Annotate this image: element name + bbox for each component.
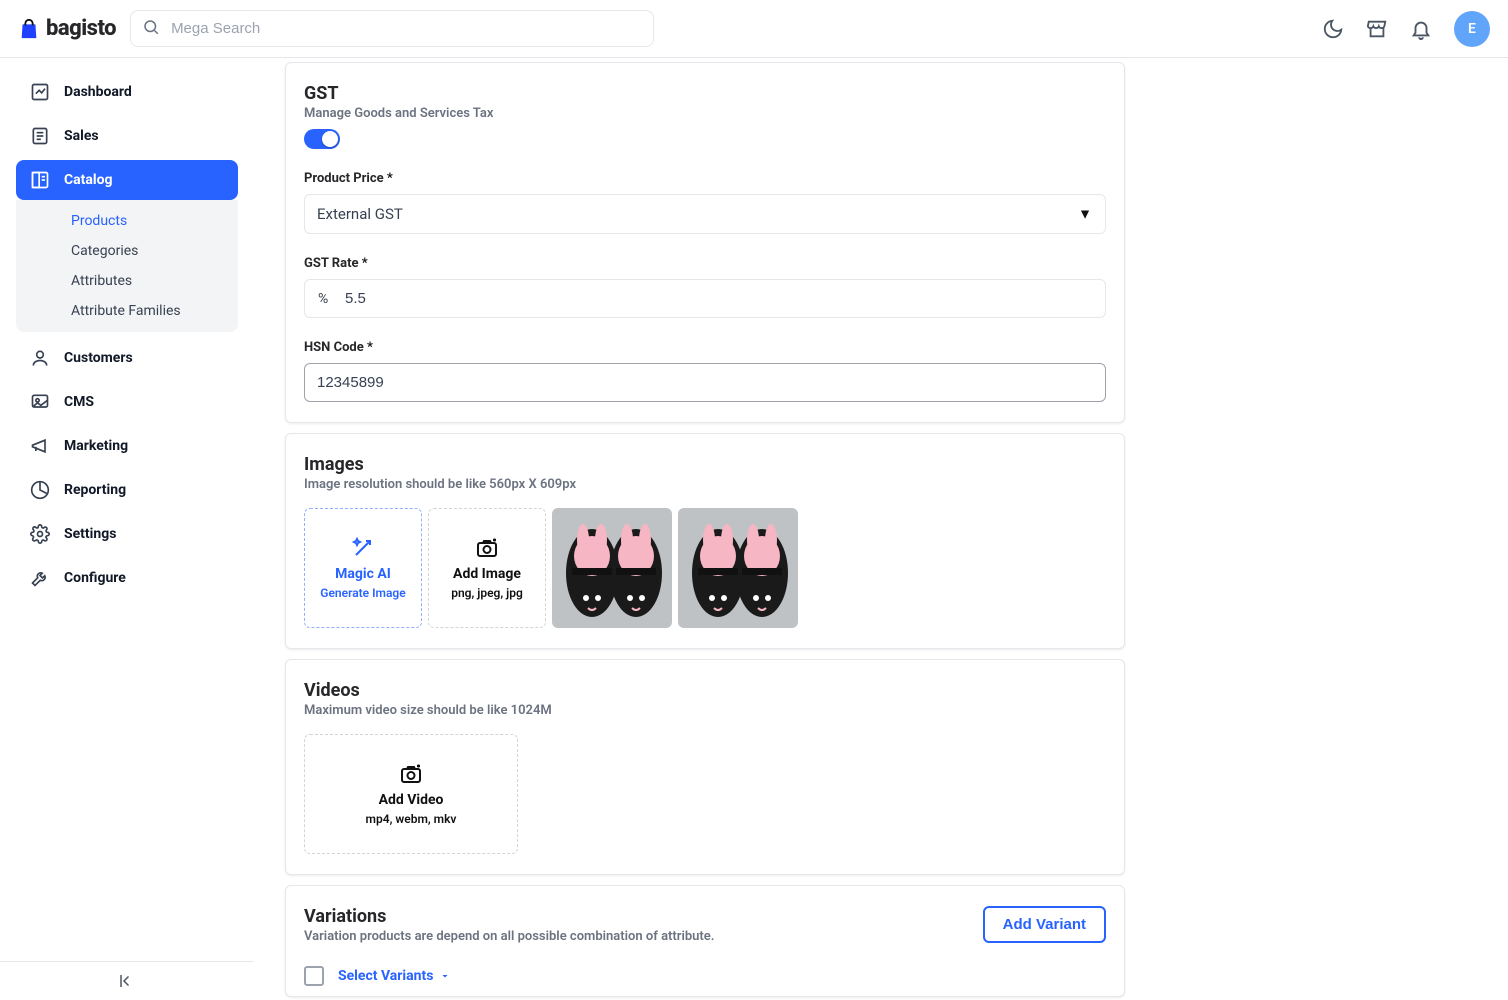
subnav-item-products[interactable]: Products — [16, 206, 238, 236]
avatar-initial: E — [1468, 21, 1476, 37]
sidebar: Dashboard Sales Catalog Products Categor… — [0, 58, 255, 1000]
gst-rate-input[interactable] — [304, 279, 1106, 318]
search-input[interactable] — [130, 10, 654, 47]
sidebar-item-label: Configure — [64, 570, 126, 586]
magic-ai-tile[interactable]: Magic AI Generate Image — [304, 508, 422, 628]
product-price-value: External GST — [317, 205, 403, 223]
gear-icon — [30, 524, 50, 544]
sidebar-item-label: Reporting — [64, 482, 126, 498]
sidebar-item-reporting[interactable]: Reporting — [16, 470, 238, 510]
shoe-image-1 — [552, 508, 672, 628]
card-title: GST — [304, 83, 1106, 104]
main: GST Manage Goods and Services Tax Produc… — [255, 58, 1508, 1000]
sidebar-item-label: Sales — [64, 128, 99, 144]
tile-sub: mp4, webm, mkv — [366, 812, 457, 826]
collapse-sidebar-icon[interactable] — [16, 972, 238, 990]
subnav-label: Categories — [71, 243, 138, 259]
tile-title: Add Image — [453, 566, 521, 582]
add-image-tile[interactable]: Add Image png, jpeg, jpg — [428, 508, 546, 628]
add-variant-button[interactable]: Add Variant — [983, 906, 1106, 943]
card-title: Images — [304, 454, 1106, 475]
subnav-item-categories[interactable]: Categories — [16, 236, 238, 266]
product-image-thumb[interactable] — [552, 508, 672, 628]
card-gst: GST Manage Goods and Services Tax Produc… — [285, 62, 1125, 423]
sidebar-item-customers[interactable]: Customers — [16, 338, 238, 378]
product-price-label: Product Price — [304, 171, 1106, 186]
sidebar-footer — [0, 961, 254, 1000]
bell-icon[interactable] — [1410, 18, 1432, 40]
pie-icon — [30, 480, 50, 500]
sidebar-subnav-catalog: Products Categories Attributes Attribute… — [16, 200, 238, 332]
hsn-input[interactable] — [304, 363, 1106, 402]
tile-sub: png, jpeg, jpg — [451, 586, 523, 600]
chevron-down-icon — [439, 970, 451, 982]
subnav-label: Attributes — [71, 273, 132, 289]
select-all-checkbox[interactable] — [304, 966, 324, 986]
sidebar-item-cms[interactable]: CMS — [16, 382, 238, 422]
card-title: Variations — [304, 906, 714, 927]
select-variants-dropdown[interactable]: Select Variants — [338, 968, 451, 984]
card-subtitle: Variation products are depend on all pos… — [304, 929, 714, 944]
sidebar-item-label: Catalog — [64, 172, 113, 188]
hsn-label: HSN Code — [304, 340, 1106, 355]
search-wrap — [130, 10, 654, 47]
header-right: E — [1322, 11, 1490, 47]
shoe-image-2 — [678, 508, 798, 628]
camera-plus-icon — [475, 536, 499, 560]
tile-title: Magic AI — [335, 566, 391, 582]
cms-icon — [30, 392, 50, 412]
card-subtitle: Manage Goods and Services Tax — [304, 106, 1106, 121]
tile-title: Add Video — [379, 792, 444, 808]
catalog-icon — [30, 170, 50, 190]
header: bagisto E — [0, 0, 1508, 58]
card-subtitle: Maximum video size should be like 1024M — [304, 703, 1106, 718]
sidebar-item-label: Customers — [64, 350, 133, 366]
select-variants-label: Select Variants — [338, 968, 433, 984]
card-images: Images Image resolution should be like 5… — [285, 433, 1125, 649]
add-variant-label: Add Variant — [1003, 916, 1086, 933]
brand-logo[interactable]: bagisto — [18, 16, 116, 41]
sales-icon — [30, 126, 50, 146]
gst-rate-label: GST Rate — [304, 256, 1106, 271]
sidebar-item-configure[interactable]: Configure — [16, 558, 238, 598]
dark-mode-icon[interactable] — [1322, 18, 1344, 40]
product-price-select[interactable]: External GST — [304, 194, 1106, 234]
sidebar-item-catalog[interactable]: Catalog — [16, 160, 238, 200]
card-variations: Variations Variation products are depend… — [285, 885, 1125, 997]
toggle-knob — [322, 131, 338, 147]
subnav-label: Products — [71, 213, 127, 229]
product-image-thumb[interactable] — [678, 508, 798, 628]
add-video-tile[interactable]: Add Video mp4, webm, mkv — [304, 734, 518, 854]
sidebar-item-label: Marketing — [64, 438, 128, 454]
search-icon — [142, 18, 160, 40]
store-icon[interactable] — [1366, 18, 1388, 40]
sidebar-item-label: Settings — [64, 526, 116, 542]
gst-toggle[interactable] — [304, 129, 340, 149]
sidebar-item-label: CMS — [64, 394, 94, 410]
sidebar-item-settings[interactable]: Settings — [16, 514, 238, 554]
wrench-icon — [30, 568, 50, 588]
card-videos: Videos Maximum video size should be like… — [285, 659, 1125, 875]
brand-name: bagisto — [46, 16, 116, 41]
avatar[interactable]: E — [1454, 11, 1490, 47]
bag-icon — [18, 18, 40, 40]
subnav-item-attributes[interactable]: Attributes — [16, 266, 238, 296]
magic-wand-icon — [351, 536, 375, 560]
percent-affix: % — [318, 291, 328, 307]
megaphone-icon — [30, 436, 50, 456]
card-subtitle: Image resolution should be like 560px X … — [304, 477, 1106, 492]
card-title: Videos — [304, 680, 1106, 701]
subnav-label: Attribute Families — [71, 303, 181, 319]
sidebar-item-dashboard[interactable]: Dashboard — [16, 72, 238, 112]
dashboard-icon — [30, 82, 50, 102]
tile-sub: Generate Image — [320, 586, 405, 600]
sidebar-item-marketing[interactable]: Marketing — [16, 426, 238, 466]
sidebar-item-label: Dashboard — [64, 84, 132, 100]
subnav-item-attribute-families[interactable]: Attribute Families — [16, 296, 238, 326]
customers-icon — [30, 348, 50, 368]
sidebar-item-sales[interactable]: Sales — [16, 116, 238, 156]
camera-plus-icon — [399, 762, 423, 786]
